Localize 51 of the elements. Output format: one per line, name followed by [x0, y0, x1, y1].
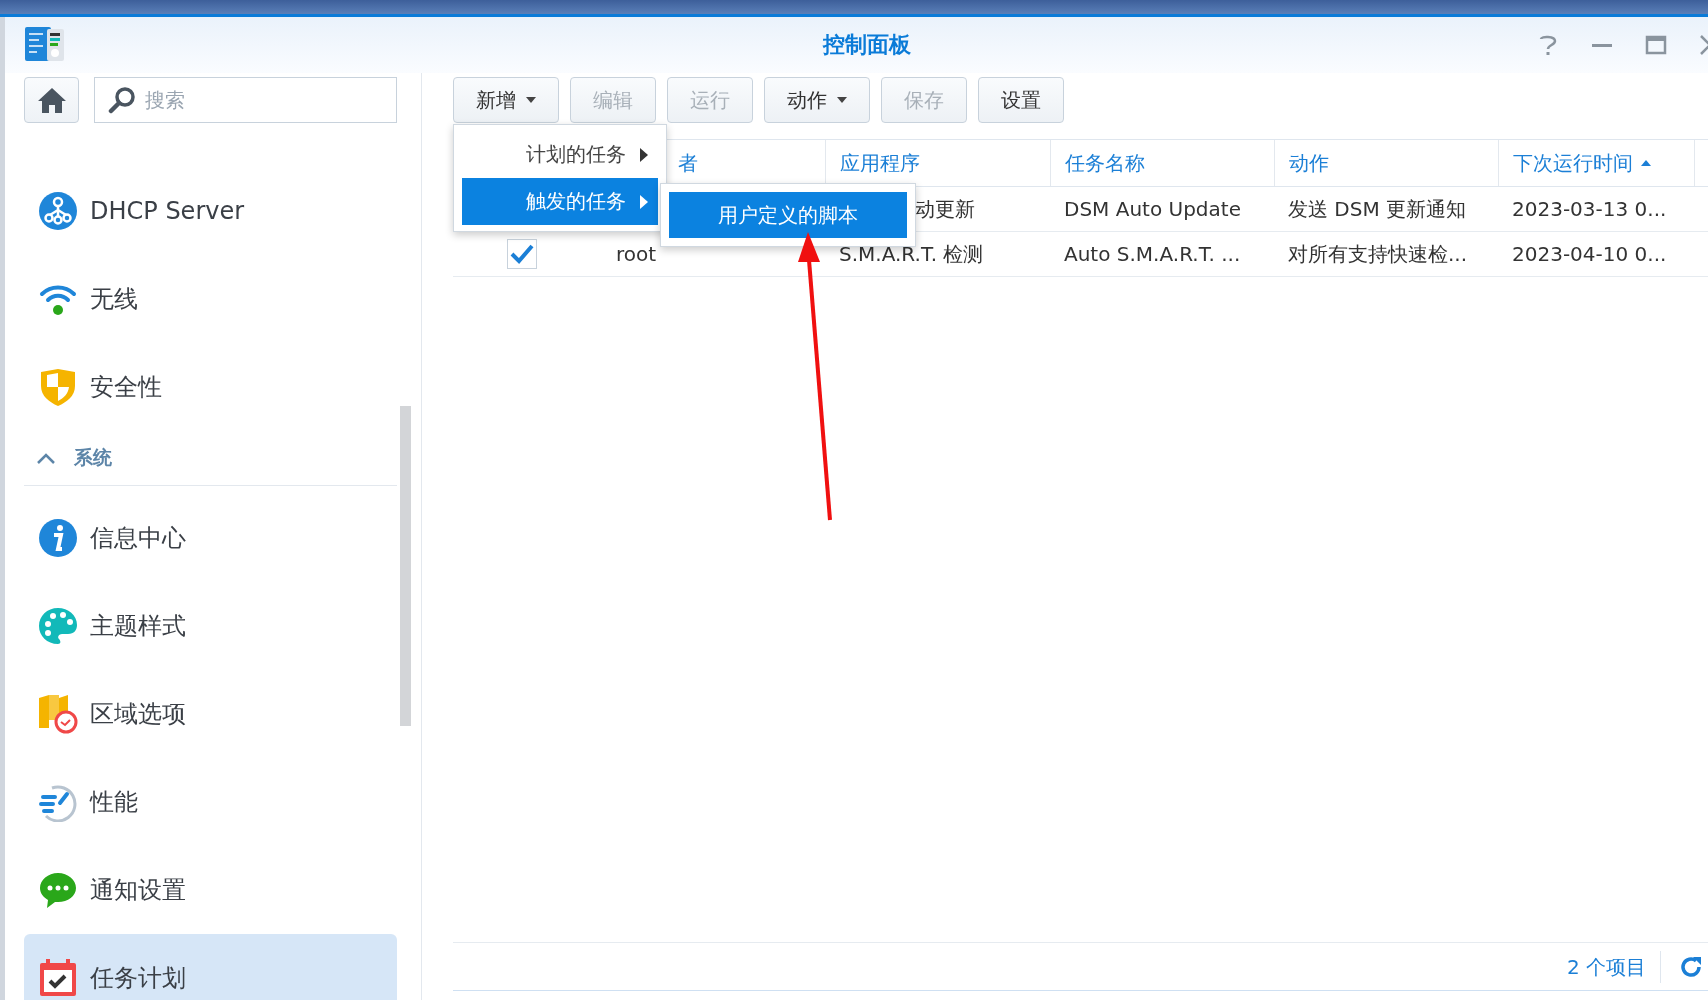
palette-icon: [38, 606, 78, 646]
sidebar-item[interactable]: 区域选项: [24, 670, 397, 758]
table-cell: S.M.A.R.T. 检测: [839, 240, 984, 268]
scrollbar[interactable]: [400, 406, 411, 726]
menu-item[interactable]: 用户定义的脚本: [669, 192, 907, 238]
menu-item[interactable]: 触发的任务: [462, 178, 658, 225]
control-panel-icon: [25, 27, 65, 63]
sidebar-item[interactable]: 信息中心: [24, 494, 397, 582]
item-count: 2 个项目: [1566, 950, 1661, 983]
checkbox[interactable]: [506, 239, 537, 269]
table-cell: 动更新: [915, 195, 975, 223]
table-cell: DSM Auto Update: [1064, 197, 1241, 221]
chevron-icon: [36, 452, 56, 464]
sidebar-item[interactable]: 无线: [24, 255, 397, 343]
map-clock-icon: [38, 694, 78, 734]
section-header[interactable]: 系统: [24, 431, 397, 486]
submenu-arrow-icon: [640, 147, 648, 162]
sidebar-item[interactable]: 任务计划: [24, 934, 397, 1000]
table-cell: 对所有支持快速检...: [1288, 240, 1468, 268]
network-hub-icon: [38, 191, 78, 231]
check-icon: [509, 244, 534, 264]
table-cell: root: [616, 242, 657, 266]
info-icon: [38, 518, 78, 558]
table-cell: 2023-04-10 0...: [1512, 242, 1667, 266]
refresh-icon[interactable]: [1679, 954, 1703, 979]
sidebar-item[interactable]: 主题样式: [24, 582, 397, 670]
home-button[interactable]: [24, 77, 79, 123]
column-header[interactable]: 任务名称: [1050, 140, 1274, 186]
toolbar-button[interactable]: 新增: [453, 77, 559, 123]
shield-icon: [38, 367, 78, 407]
column-header[interactable]: 下次运行时间: [1498, 140, 1694, 186]
calendar-check-icon: [38, 958, 78, 998]
menu-item[interactable]: 计划的任务: [462, 131, 658, 178]
chat-icon: [38, 870, 78, 910]
table-cell: Auto S.M.A.R.T. ...: [1064, 242, 1241, 266]
column-header[interactable]: 动作: [1274, 140, 1498, 186]
sidebar-item[interactable]: 性能: [24, 758, 397, 846]
search-field[interactable]: 搜索: [94, 77, 397, 123]
maximize-icon[interactable]: [1644, 33, 1668, 57]
table-cell: 2023-03-13 0...: [1512, 197, 1667, 221]
sidebar-item[interactable]: 安全性: [24, 343, 397, 431]
toolbar-button[interactable]: 动作: [764, 77, 870, 123]
gauge-icon: [38, 782, 78, 822]
sidebar-item[interactable]: DHCP Server: [24, 167, 397, 255]
toolbar-button[interactable]: 设置: [978, 77, 1064, 123]
window-title: 控制面板: [822, 31, 911, 59]
sidebar-item[interactable]: 通知设置: [24, 846, 397, 934]
search-icon: [108, 86, 136, 114]
table-cell: 发送 DSM 更新通知: [1288, 195, 1467, 223]
submenu-arrow-icon: [640, 194, 648, 209]
home-icon: [36, 86, 67, 114]
